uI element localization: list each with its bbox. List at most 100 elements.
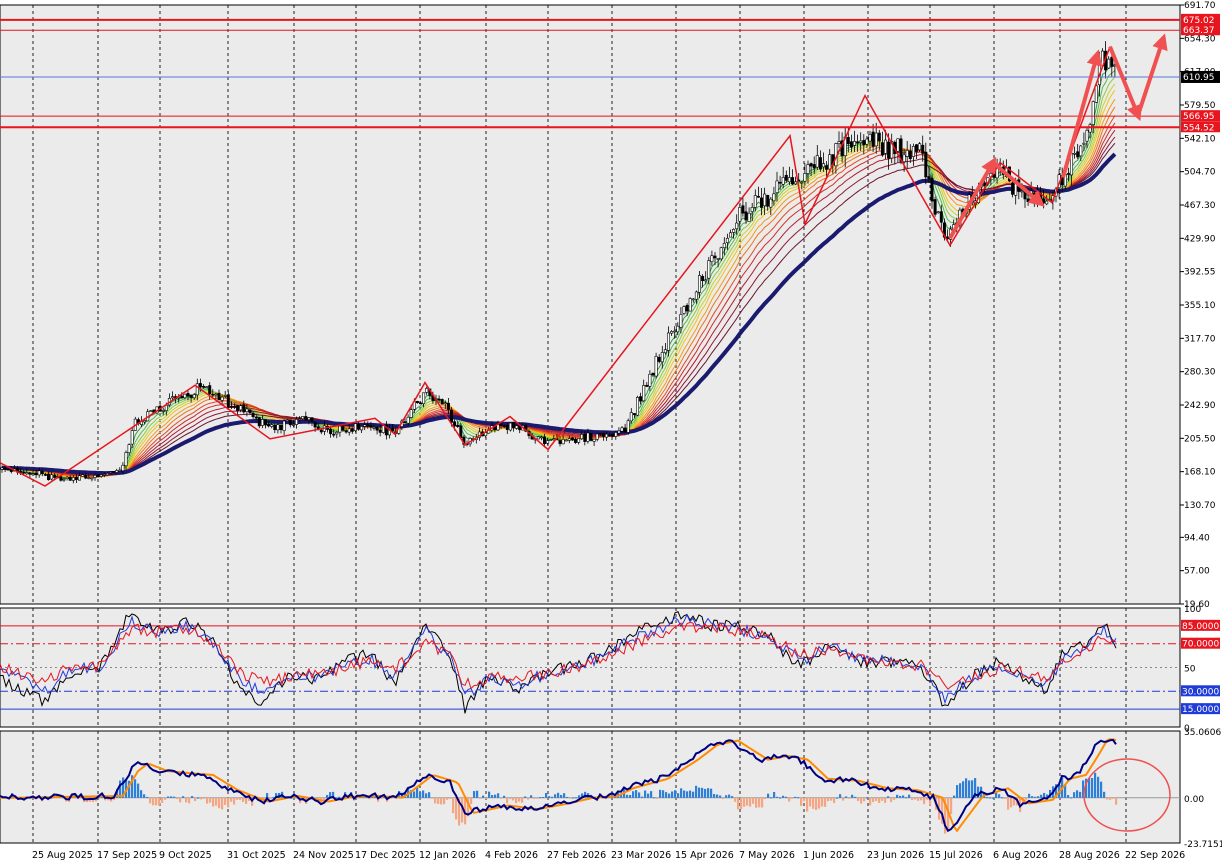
candle-body xyxy=(443,402,447,405)
candle-body xyxy=(37,470,41,476)
candle-body xyxy=(883,139,887,154)
momentum-histogram-bar xyxy=(182,796,185,798)
candle-body xyxy=(766,194,770,207)
momentum-histogram-bar xyxy=(173,796,176,798)
candle-body xyxy=(1088,124,1092,133)
momentum-histogram-bar xyxy=(215,797,218,806)
momentum-histogram-bar xyxy=(665,792,668,798)
momentum-histogram-bar xyxy=(812,797,815,809)
momentum-histogram-bar xyxy=(143,794,146,798)
candle-body xyxy=(223,395,227,397)
momentum-histogram-bar xyxy=(425,793,428,798)
candle-body xyxy=(679,314,683,328)
candle-body xyxy=(422,392,426,404)
candle-body xyxy=(821,163,825,168)
momentum-histogram-bar xyxy=(491,795,494,798)
candle-body xyxy=(697,275,701,293)
momentum-histogram-bar xyxy=(434,797,437,804)
candle-body xyxy=(595,433,599,440)
candle-body xyxy=(800,181,804,184)
candle-body xyxy=(415,401,419,404)
candle-body xyxy=(87,477,91,479)
y-tick-label: 467.30 xyxy=(1184,201,1216,211)
momentum-histogram-bar xyxy=(863,797,866,802)
momentum-histogram-bar xyxy=(833,797,836,804)
momentum-histogram-bar xyxy=(1094,772,1097,798)
momentum-histogram-bar xyxy=(803,797,806,802)
momentum-histogram-bar xyxy=(521,797,524,803)
momentum-histogram-bar xyxy=(923,797,926,805)
momentum-histogram-bar xyxy=(830,797,833,801)
momentum-histogram-bar xyxy=(191,796,194,798)
candle-body xyxy=(812,164,816,169)
candle-body xyxy=(43,474,47,476)
candle-body xyxy=(663,349,667,354)
candle-body xyxy=(719,247,723,260)
x-tick-label: 15 Apr 2026 xyxy=(675,850,734,861)
momentum-histogram-bar xyxy=(152,797,155,806)
candle-body xyxy=(25,472,29,475)
momentum-histogram-bar xyxy=(716,794,719,798)
candle-body xyxy=(335,431,339,435)
oscillator-level-label: 15.0000 xyxy=(1182,705,1219,715)
x-tick-label: 17 Sep 2025 xyxy=(97,850,157,861)
momentum-histogram-bar xyxy=(497,793,500,798)
momentum-histogram-bar xyxy=(809,797,812,807)
candle-body xyxy=(233,405,237,408)
momentum-histogram-bar xyxy=(965,778,968,798)
momentum-histogram-bar xyxy=(650,791,653,798)
momentum-histogram-bar xyxy=(887,796,890,798)
momentum-histogram-bar xyxy=(950,797,953,815)
momentum-histogram-bar xyxy=(500,797,503,799)
price-level-label: 554.52 xyxy=(1183,123,1215,133)
candle-body xyxy=(632,413,636,416)
candle-body xyxy=(911,146,915,157)
momentum-histogram-bar xyxy=(845,796,848,798)
momentum-histogram-bar xyxy=(518,797,521,802)
candle-body xyxy=(186,392,190,397)
momentum-histogram-bar xyxy=(686,791,689,798)
candle-body xyxy=(338,425,342,433)
candle-body xyxy=(375,426,379,431)
momentum-histogram-bar xyxy=(680,788,683,798)
candle-body xyxy=(28,472,32,475)
candle-body xyxy=(790,177,794,185)
momentum-histogram-bar xyxy=(506,797,509,804)
candle-body xyxy=(403,421,407,423)
momentum-histogram-bar xyxy=(563,793,566,798)
momentum-histogram-bar xyxy=(920,797,923,801)
candle-body xyxy=(1079,145,1083,157)
momentum-histogram-bar xyxy=(452,797,455,814)
momentum-histogram-bar xyxy=(134,779,137,798)
momentum-histogram-bar xyxy=(794,796,797,798)
momentum-histogram-bar xyxy=(698,787,701,798)
momentum-histogram-bar xyxy=(242,797,245,802)
momentum-histogram-bar xyxy=(875,797,878,801)
candle-body xyxy=(611,434,615,437)
momentum-histogram-bar xyxy=(992,797,995,799)
candle-body xyxy=(341,426,345,431)
candle-body xyxy=(648,373,652,387)
momentum-histogram-bar xyxy=(890,797,893,803)
candle-body xyxy=(784,174,788,181)
candle-body xyxy=(815,155,819,168)
momentum-histogram-bar xyxy=(560,794,563,798)
momentum-histogram-bar xyxy=(851,794,854,798)
momentum-histogram-bar xyxy=(770,797,773,799)
x-tick-label: 7 May 2026 xyxy=(739,850,795,861)
candle-body xyxy=(725,237,729,243)
momentum-histogram-bar xyxy=(1097,776,1100,798)
momentum-histogram-bar xyxy=(647,793,650,798)
candle-body xyxy=(651,372,655,376)
candle-body xyxy=(877,132,881,142)
momentum-histogram-bar xyxy=(533,797,536,799)
momentum-histogram-bar xyxy=(155,797,158,806)
momentum-histogram-bar xyxy=(836,797,839,799)
y-tick-label: 429.90 xyxy=(1184,234,1216,244)
x-tick-label: 6 Aug 2026 xyxy=(993,850,1048,861)
momentum-histogram-bar xyxy=(767,793,770,798)
candle-body xyxy=(598,432,602,435)
x-tick-label: 22 Sep 2026 xyxy=(1125,850,1185,861)
candle-body xyxy=(248,409,252,414)
candle-body xyxy=(874,132,878,147)
